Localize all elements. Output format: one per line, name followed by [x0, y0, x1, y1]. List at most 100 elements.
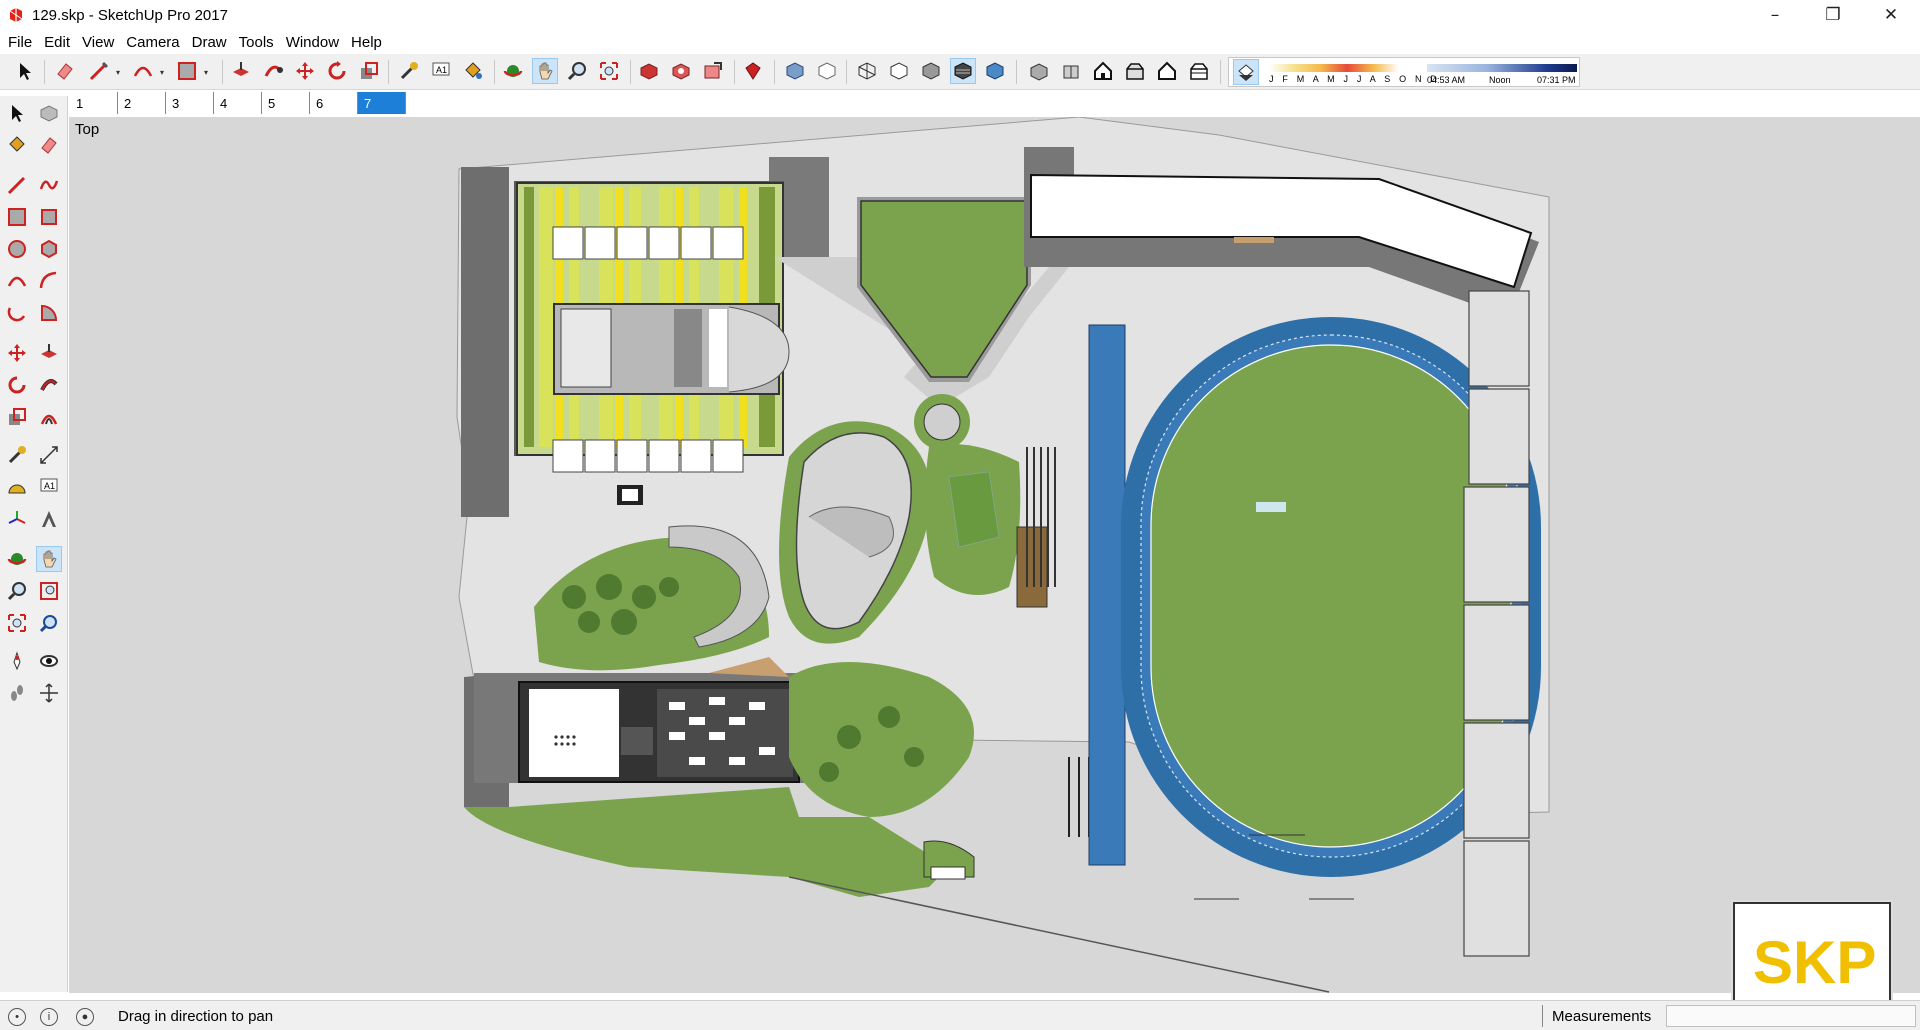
move-tool-icon[interactable] — [292, 58, 318, 84]
tape-measure-tool-icon[interactable] — [396, 58, 422, 84]
offset-icon[interactable] — [36, 404, 62, 430]
share-model-icon[interactable] — [700, 58, 726, 84]
section-plane-icon[interactable] — [36, 680, 62, 706]
zoom-tool-icon[interactable] — [564, 58, 590, 84]
position-camera-icon[interactable] — [4, 648, 30, 674]
measurements-input[interactable] — [1666, 1005, 1916, 1027]
menu-help[interactable]: Help — [351, 34, 390, 51]
previous-view-icon[interactable] — [36, 610, 62, 636]
freehand-icon[interactable] — [36, 172, 62, 198]
circle-icon[interactable] — [4, 236, 30, 262]
minimize-button[interactable]: – — [1746, 0, 1804, 30]
tape-measure-icon[interactable] — [4, 442, 30, 468]
menu-view[interactable]: View — [82, 34, 122, 51]
arc-tool-icon[interactable] — [130, 58, 156, 84]
right-view-icon[interactable] — [1122, 58, 1148, 84]
orbit-icon[interactable] — [4, 546, 30, 572]
sketchup-app-icon — [8, 7, 24, 23]
pan-tool-icon[interactable] — [532, 58, 558, 84]
scene-tab-2[interactable]: 2 — [118, 92, 166, 114]
eraser-tool-icon[interactable] — [52, 58, 78, 84]
text-icon[interactable]: A1 — [36, 474, 62, 500]
paint-bucket-tool-icon[interactable] — [460, 58, 486, 84]
zoom-window-icon[interactable] — [36, 578, 62, 604]
top-view-icon[interactable] — [1058, 58, 1084, 84]
scene-tab-5[interactable]: 5 — [262, 92, 310, 114]
time-slider[interactable] — [1427, 64, 1577, 72]
month-slider[interactable] — [1269, 64, 1399, 72]
maximize-button[interactable]: ❐ — [1804, 0, 1862, 30]
site-plan-model — [456, 117, 1550, 993]
eraser-icon[interactable] — [36, 132, 62, 158]
rectangle-icon[interactable] — [4, 204, 30, 230]
3d-warehouse-icon[interactable] — [636, 58, 662, 84]
skp-logo-text: SKP — [1753, 929, 1877, 996]
wireframe-style-icon[interactable] — [854, 58, 880, 84]
back-view-icon[interactable] — [1154, 58, 1180, 84]
make-component-icon[interactable] — [36, 100, 62, 126]
user-account-icon[interactable]: ● — [76, 1008, 94, 1026]
rotate-icon[interactable] — [4, 372, 30, 398]
axes-icon[interactable] — [4, 506, 30, 532]
menu-draw[interactable]: Draw — [192, 34, 235, 51]
menu-tools[interactable]: Tools — [239, 34, 282, 51]
scale-icon[interactable] — [4, 404, 30, 430]
shadows-toggle-icon[interactable] — [1233, 59, 1259, 85]
iso-view-icon[interactable] — [1026, 58, 1052, 84]
shaded-style-icon[interactable] — [918, 58, 944, 84]
text-tool-icon[interactable]: A1 — [428, 58, 454, 84]
follow-me-icon[interactable] — [36, 372, 62, 398]
rotate-tool-icon[interactable] — [324, 58, 350, 84]
line-tool-icon[interactable] — [86, 58, 112, 84]
protractor-icon[interactable] — [4, 474, 30, 500]
front-view-icon[interactable] — [1090, 58, 1116, 84]
credits-icon[interactable]: i — [40, 1008, 58, 1026]
pie-icon[interactable] — [36, 300, 62, 326]
monochrome-style-icon[interactable] — [982, 58, 1008, 84]
geolocation-icon[interactable]: • — [8, 1008, 26, 1026]
paint-bucket-icon[interactable] — [4, 132, 30, 158]
scene-tab-3[interactable]: 3 — [166, 92, 214, 114]
scale-tool-icon[interactable] — [356, 58, 382, 84]
push-pull-icon[interactable] — [36, 340, 62, 366]
zoom-icon[interactable] — [4, 578, 30, 604]
push-pull-tool-icon[interactable] — [228, 58, 254, 84]
menu-edit[interactable]: Edit — [44, 34, 78, 51]
orbit-tool-icon[interactable] — [500, 58, 526, 84]
back-edges-style-icon[interactable] — [814, 58, 840, 84]
follow-me-tool-icon[interactable] — [260, 58, 286, 84]
scene-tab-1[interactable]: 1 — [70, 92, 118, 114]
east-parking — [1463, 290, 1530, 957]
xray-style-icon[interactable] — [782, 58, 808, 84]
zoom-extents-icon[interactable] — [4, 610, 30, 636]
share-component-icon[interactable] — [668, 58, 694, 84]
hidden-line-style-icon[interactable] — [886, 58, 912, 84]
three-point-arc-icon[interactable] — [4, 300, 30, 326]
dimension-icon[interactable] — [36, 442, 62, 468]
3d-text-icon[interactable] — [36, 506, 62, 532]
rectangle-tool-icon[interactable] — [174, 58, 200, 84]
close-button[interactable]: ✕ — [1862, 0, 1920, 30]
select-tool-icon[interactable] — [12, 58, 38, 84]
scene-tab-6[interactable]: 6 — [310, 92, 358, 114]
pan-icon[interactable] — [36, 546, 62, 572]
select-icon[interactable] — [4, 100, 30, 126]
left-view-icon[interactable] — [1186, 58, 1212, 84]
menu-camera[interactable]: Camera — [126, 34, 187, 51]
zoom-extents-tool-icon[interactable] — [596, 58, 622, 84]
scene-tab-7[interactable]: 7 — [358, 92, 406, 114]
two-point-arc-icon[interactable] — [36, 268, 62, 294]
scene-tab-4[interactable]: 4 — [214, 92, 262, 114]
polygon-icon[interactable] — [36, 236, 62, 262]
arc-icon[interactable] — [4, 268, 30, 294]
move-icon[interactable] — [4, 340, 30, 366]
model-viewport[interactable]: Top — [69, 117, 1920, 993]
look-around-icon[interactable] — [36, 648, 62, 674]
rotated-rectangle-icon[interactable] — [36, 204, 62, 230]
walk-icon[interactable] — [4, 680, 30, 706]
line-icon[interactable] — [4, 172, 30, 198]
menu-file[interactable]: File — [8, 34, 40, 51]
menu-window[interactable]: Window — [286, 34, 347, 51]
extension-warehouse-icon[interactable] — [740, 58, 766, 84]
shaded-textures-style-icon[interactable] — [950, 58, 976, 84]
